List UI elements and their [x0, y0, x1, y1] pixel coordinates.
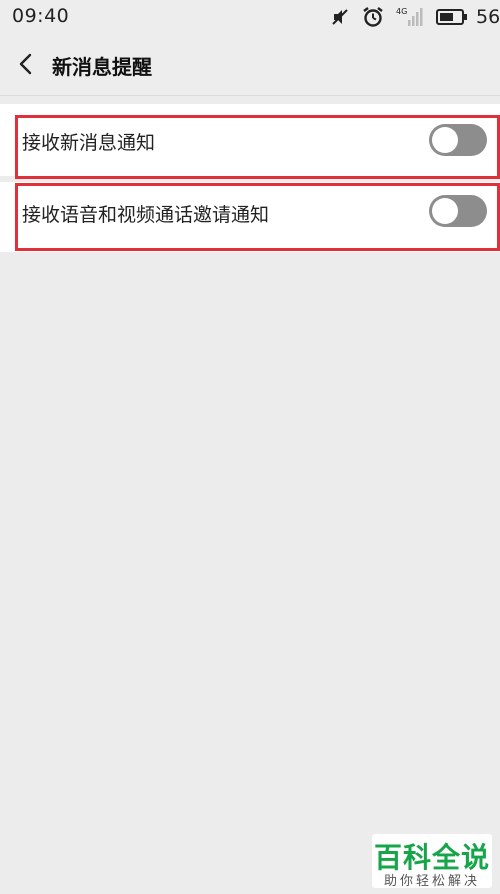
battery-percent: 56 — [476, 6, 500, 28]
page-title: 新消息提醒 — [52, 55, 152, 79]
setting-row-call-invite[interactable]: 接收语音和视频通话邀请通知 — [0, 182, 500, 252]
setting-label-new-message: 接收新消息通知 — [22, 132, 156, 154]
battery-icon — [436, 8, 468, 26]
watermark-logo: 百科全说 助你轻松解决 — [372, 834, 492, 889]
alarm-icon — [362, 6, 384, 28]
status-icons: 4G 56 — [318, 4, 500, 30]
status-time: 09:40 — [12, 5, 70, 27]
back-button[interactable] — [8, 44, 44, 84]
toggle-knob — [432, 127, 458, 153]
toggle-knob — [432, 198, 458, 224]
title-bar: 新消息提醒 — [0, 34, 500, 96]
toggle-new-message[interactable] — [429, 124, 487, 156]
setting-label-call-invite: 接收语音和视频通话邀请通知 — [22, 204, 270, 226]
signal-4g-icon: 4G — [396, 6, 424, 28]
setting-row-new-message[interactable]: 接收新消息通知 — [0, 104, 500, 176]
watermark-subtitle: 助你轻松解决 — [383, 874, 480, 889]
toggle-call-invite[interactable] — [429, 195, 487, 227]
chevron-left-icon — [19, 53, 32, 75]
status-bar: 09:40 4G 56 — [0, 0, 500, 34]
header-divider — [0, 95, 500, 96]
network-label: 4G — [396, 7, 407, 16]
screen: 09:40 4G 56 新消息提醒 接收新消息通知 接收语音和视频通话邀请通知 … — [0, 0, 500, 894]
mute-icon — [330, 7, 350, 27]
